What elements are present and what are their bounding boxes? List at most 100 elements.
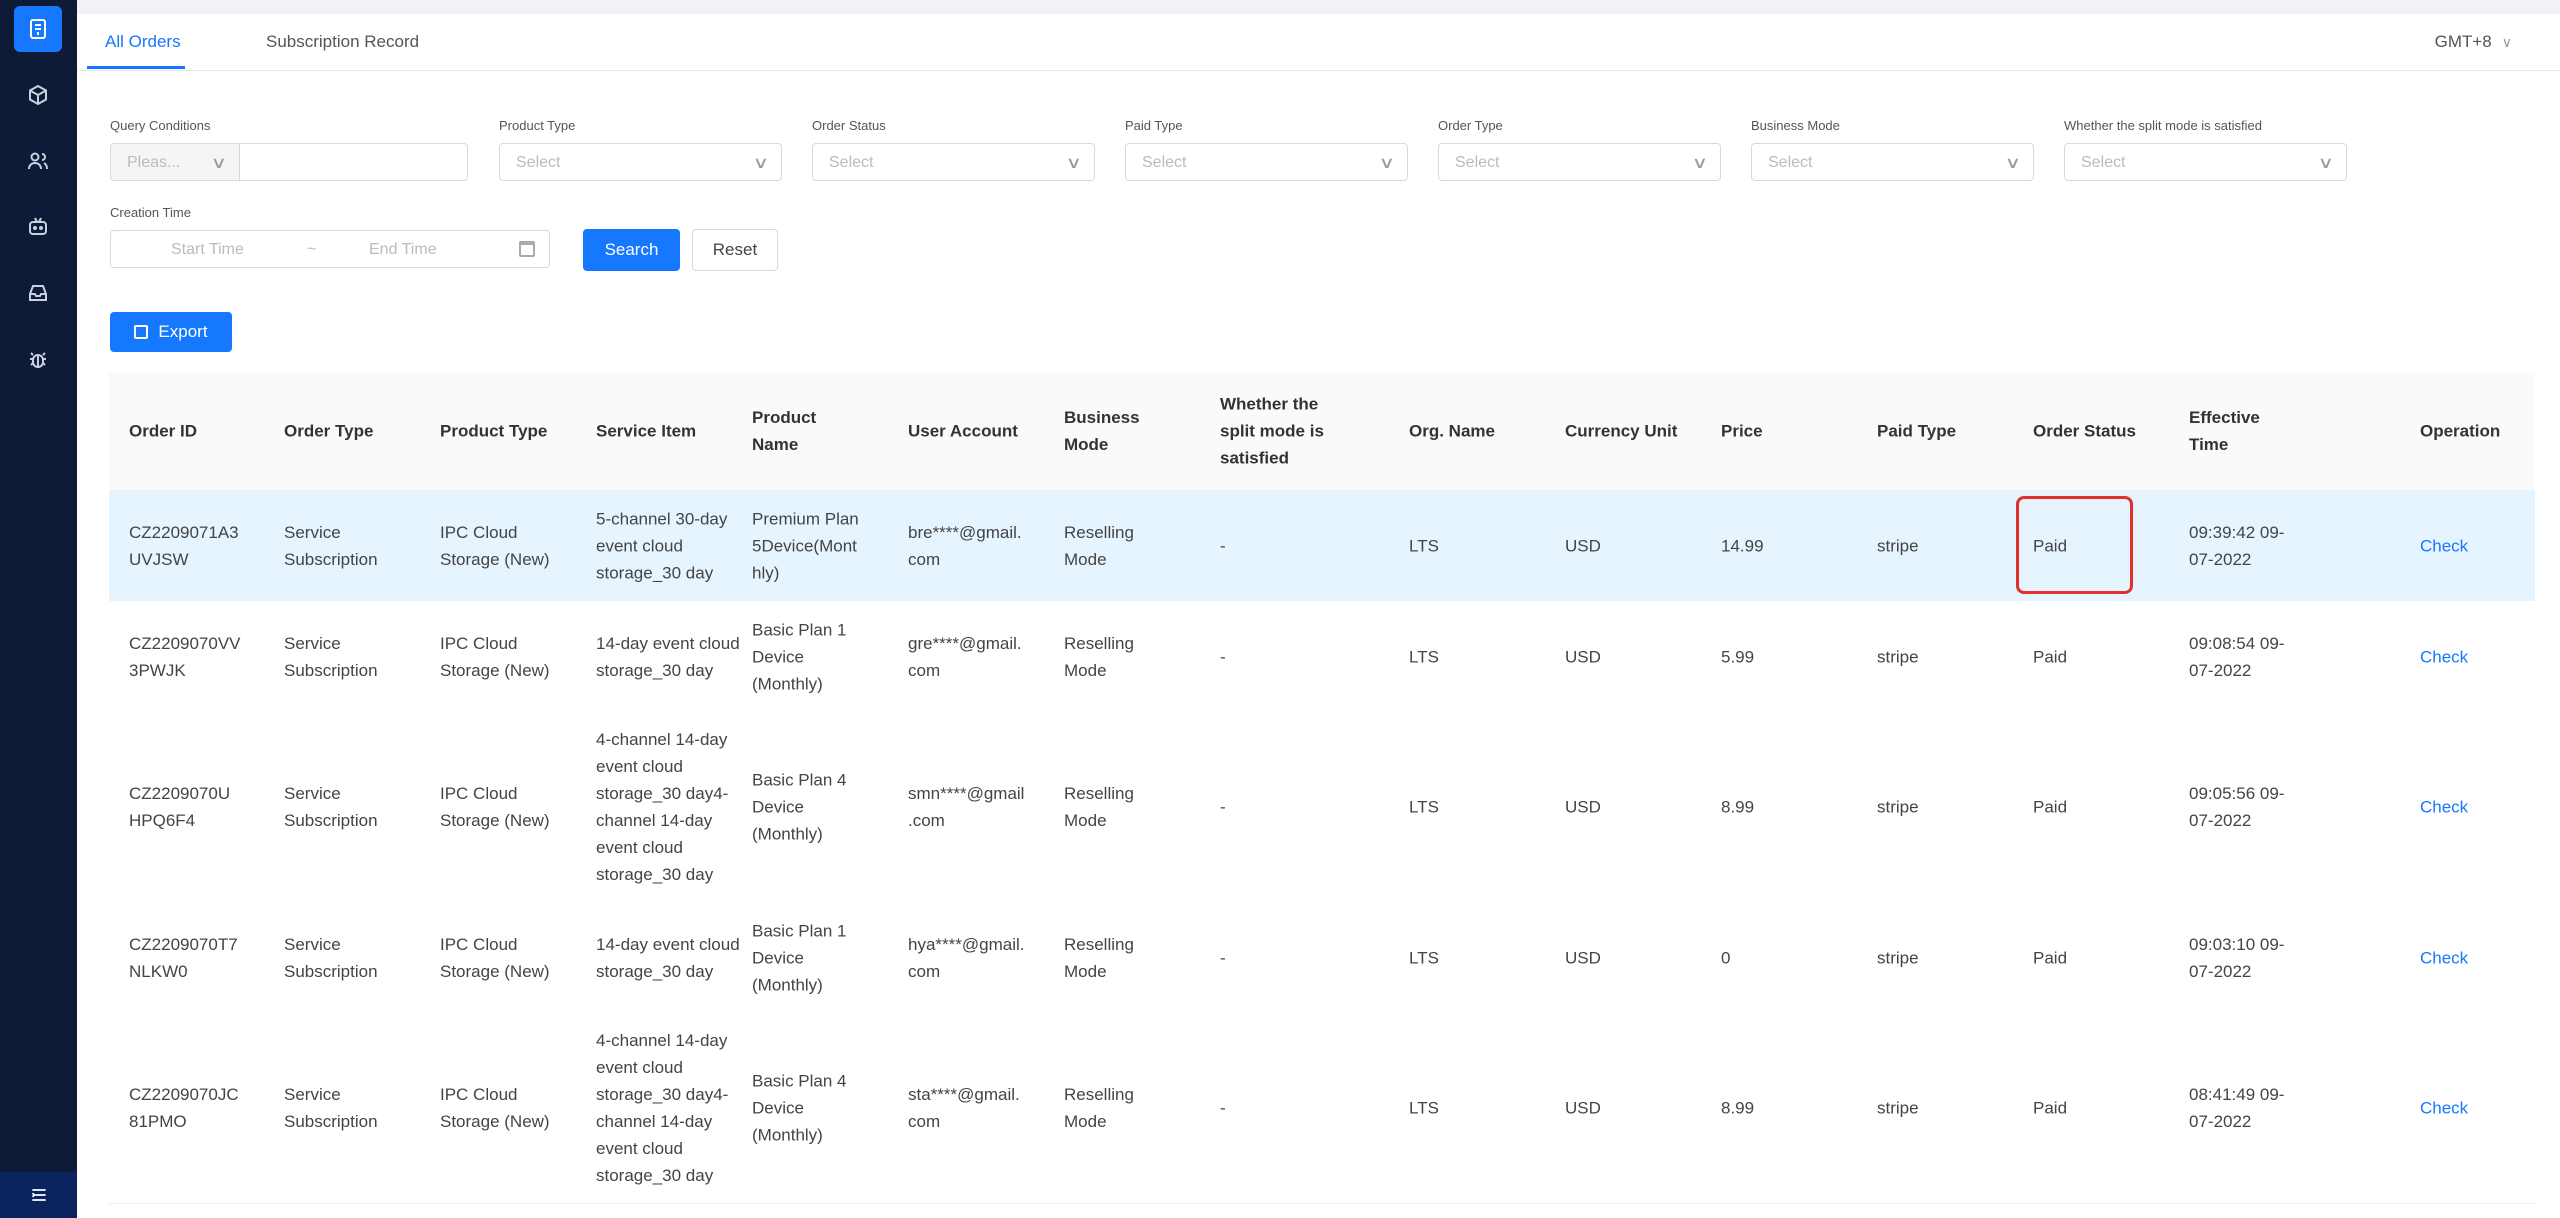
cell-product-name: Basic Plan 1 Device (Monthly)	[752, 620, 847, 693]
check-link[interactable]: Check	[2420, 794, 2468, 821]
export-button[interactable]: Export	[110, 312, 232, 352]
tab-subscription-record[interactable]: Subscription Record	[266, 32, 419, 52]
cell-effective-time: 09:05:56 09- 07-2022	[2189, 784, 2285, 830]
sidebar-item-products[interactable]	[14, 72, 62, 118]
query-type-select[interactable]: Pleas... ∨	[110, 143, 240, 181]
cell-effective-time: 09:03:10 09- 07-2022	[2189, 934, 2285, 981]
table-row: CZ2209070VV 3PWJK Service Subscription IPC C…	[109, 601, 2535, 713]
cell-paid-type: stripe	[1877, 647, 1919, 666]
business-mode-select[interactable]: Select ∨	[1751, 143, 2034, 181]
creation-time-range-picker[interactable]: Start Time ~ End Time	[110, 230, 550, 268]
cell-price: 8.99	[1721, 1098, 1755, 1118]
cell-org-name: LTS	[1409, 948, 1439, 967]
column-header-paid-type: Paid Type	[1877, 421, 1957, 441]
chevron-down-icon: ∨	[2501, 34, 2512, 50]
search-button[interactable]: Search	[583, 229, 680, 271]
paid-type-placeholder: Select	[1142, 154, 1187, 171]
paid-type-label: Paid Type	[1125, 118, 1183, 133]
cell-user-account: smn****@gmail .com	[908, 784, 1025, 830]
cell-price: 5.99	[1721, 647, 1755, 666]
cell-service-item: 4-channel 14-day event cloud storage_30 da…	[596, 730, 729, 884]
creation-time-label: Creation Time	[110, 205, 191, 220]
cell-service-item: 14-day event cloud storage_30 day	[596, 633, 740, 680]
cell-order-status: Paid	[2033, 797, 2068, 817]
orders-icon	[30, 19, 46, 39]
table-row: CZ2209070U HPQ6F4 Service Subscription IPC C…	[109, 712, 2535, 903]
box-icon	[29, 84, 47, 106]
cell-service-item: 5-channel 30-day event cloud storage_30 da…	[596, 509, 728, 582]
column-header-effective-time: Effective Time	[2189, 408, 2260, 454]
column-header-order-type: Order Type	[284, 421, 374, 441]
cell-order-type: Service Subscription	[284, 522, 378, 569]
collapse-sidebar-button[interactable]	[0, 1172, 77, 1218]
sidebar-item-devices[interactable]	[14, 204, 62, 250]
tab-all-orders[interactable]: All Orders	[105, 32, 181, 52]
timezone-value: GMT+8	[2434, 32, 2492, 51]
sidebar-item-debug[interactable]	[14, 336, 62, 382]
cell-currency-unit: USD	[1565, 797, 1601, 817]
order-status-select[interactable]: Select ∨	[812, 143, 1095, 181]
inbox-icon	[29, 285, 47, 301]
order-type-placeholder: Select	[1455, 154, 1500, 171]
sidebar-item-users[interactable]	[14, 138, 62, 184]
cell-order-id: CZ2209070T7 NLKW0	[129, 934, 238, 981]
query-type-placeholder: Pleas...	[127, 154, 181, 171]
cell-product-type: IPC Cloud Storage (New)	[440, 522, 550, 569]
cell-price: 14.99	[1721, 536, 1764, 555]
cell-effective-time: 08:41:49 09- 07-2022	[2189, 1085, 2285, 1131]
cell-order-status: Paid	[2033, 1098, 2068, 1118]
cell-paid-type: stripe	[1877, 1098, 1919, 1118]
order-type-select[interactable]: Select ∨	[1438, 143, 1721, 181]
split-mode-select[interactable]: Select ∨	[2064, 143, 2347, 181]
timezone-select[interactable]: GMT+8 ∨	[2435, 32, 2512, 52]
cell-order-id: CZ2209070U HPQ6F4	[129, 784, 231, 830]
cell-org-name: LTS	[1409, 647, 1439, 666]
check-link[interactable]: Check	[2420, 643, 2468, 670]
chevron-down-icon: ∨	[2004, 155, 2022, 172]
menu-fold-icon	[31, 1189, 46, 1201]
check-link[interactable]: Check	[2420, 1095, 2468, 1122]
sidebar-item-orders[interactable]	[14, 6, 62, 52]
product-type-placeholder: Select	[516, 154, 561, 171]
top-spacer	[77, 0, 2560, 14]
users-icon	[28, 152, 48, 170]
chevron-down-icon: ∨	[1065, 155, 1083, 172]
cell-price: 8.99	[1721, 797, 1755, 817]
cell-product-type: IPC Cloud Storage (New)	[440, 1085, 550, 1131]
column-header-price: Price	[1721, 421, 1763, 441]
query-conditions-label: Query Conditions	[110, 118, 211, 133]
query-value-input[interactable]	[239, 143, 468, 181]
cell-order-id: CZ2209070JC 81PMO	[129, 1085, 239, 1131]
cell-split-mode: -	[1220, 797, 1226, 817]
product-type-select[interactable]: Select ∨	[499, 143, 782, 181]
table-row: CZ2209071A3 UVJSW Service Subscription IPC C…	[109, 490, 2535, 602]
cell-split-mode: -	[1220, 647, 1226, 666]
main-content: All Orders Subscription Record GMT+8 ∨ Qu…	[77, 0, 2560, 1218]
cell-price: 0	[1721, 948, 1731, 967]
export-label: Export	[158, 322, 208, 341]
sidebar	[0, 0, 77, 1218]
cell-org-name: LTS	[1409, 536, 1439, 555]
paid-type-select[interactable]: Select ∨	[1125, 143, 1408, 181]
chevron-down-icon: ∨	[1378, 155, 1396, 172]
chevron-down-icon: ∨	[2317, 155, 2335, 172]
column-header-split-mode: Whether the split mode is satisfied	[1220, 394, 1324, 468]
cell-business-mode: Reselling Mode	[1064, 633, 1134, 680]
bug-icon	[30, 352, 46, 368]
table-header: Order ID Order Type Product Type Service It…	[109, 372, 2535, 491]
order-type-label: Order Type	[1438, 118, 1503, 133]
cell-currency-unit: USD	[1565, 1098, 1601, 1118]
chevron-down-icon: ∨	[210, 155, 228, 172]
cell-currency-unit: USD	[1565, 647, 1601, 666]
bot-icon	[29, 217, 47, 235]
cell-business-mode: Reselling Mode	[1064, 1085, 1134, 1131]
cell-order-type: Service Subscription	[284, 633, 378, 680]
check-link[interactable]: Check	[2420, 944, 2468, 971]
chevron-down-icon: ∨	[752, 155, 770, 172]
table-row: CZ2209070JC 81PMO Service Subscription IPC C…	[109, 1013, 2535, 1204]
check-link[interactable]: Check	[2420, 532, 2468, 559]
sidebar-item-messages[interactable]	[14, 270, 62, 316]
cell-product-type: IPC Cloud Storage (New)	[440, 784, 550, 830]
cell-business-mode: Reselling Mode	[1064, 934, 1134, 981]
reset-button[interactable]: Reset	[692, 229, 778, 271]
